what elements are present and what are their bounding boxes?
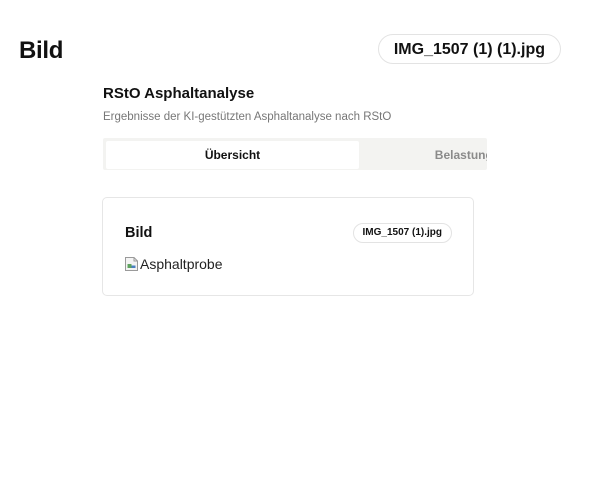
tab-load-class[interactable]: Belastungsklasse — [359, 141, 487, 169]
card-file-name-badge: IMG_1507 (1).jpg — [352, 223, 452, 243]
image-alt-text: Asphaltprobe — [140, 256, 223, 272]
tab-bar: Übersicht Belastungsklasse — [103, 138, 487, 170]
panel-title: RStO Asphaltanalyse — [103, 85, 255, 102]
image-card: Bild IMG_1507 (1).jpg Asphaltprobe — [102, 197, 474, 296]
analysis-panel: RStO Asphaltanalyse Ergebnisse der KI-ge… — [103, 84, 487, 170]
card-title: Bild — [125, 225, 153, 241]
panel-subtitle: Ergebnisse der KI-gestützten Asphaltanal… — [103, 111, 392, 123]
tab-overview[interactable]: Übersicht — [106, 141, 359, 169]
page-title: Bild — [19, 37, 64, 64]
file-name-badge: IMG_1507 (1) (1).jpg — [377, 34, 561, 64]
broken-image-icon — [125, 257, 138, 271]
asphalt-sample-image: Asphaltprobe — [125, 254, 223, 274]
